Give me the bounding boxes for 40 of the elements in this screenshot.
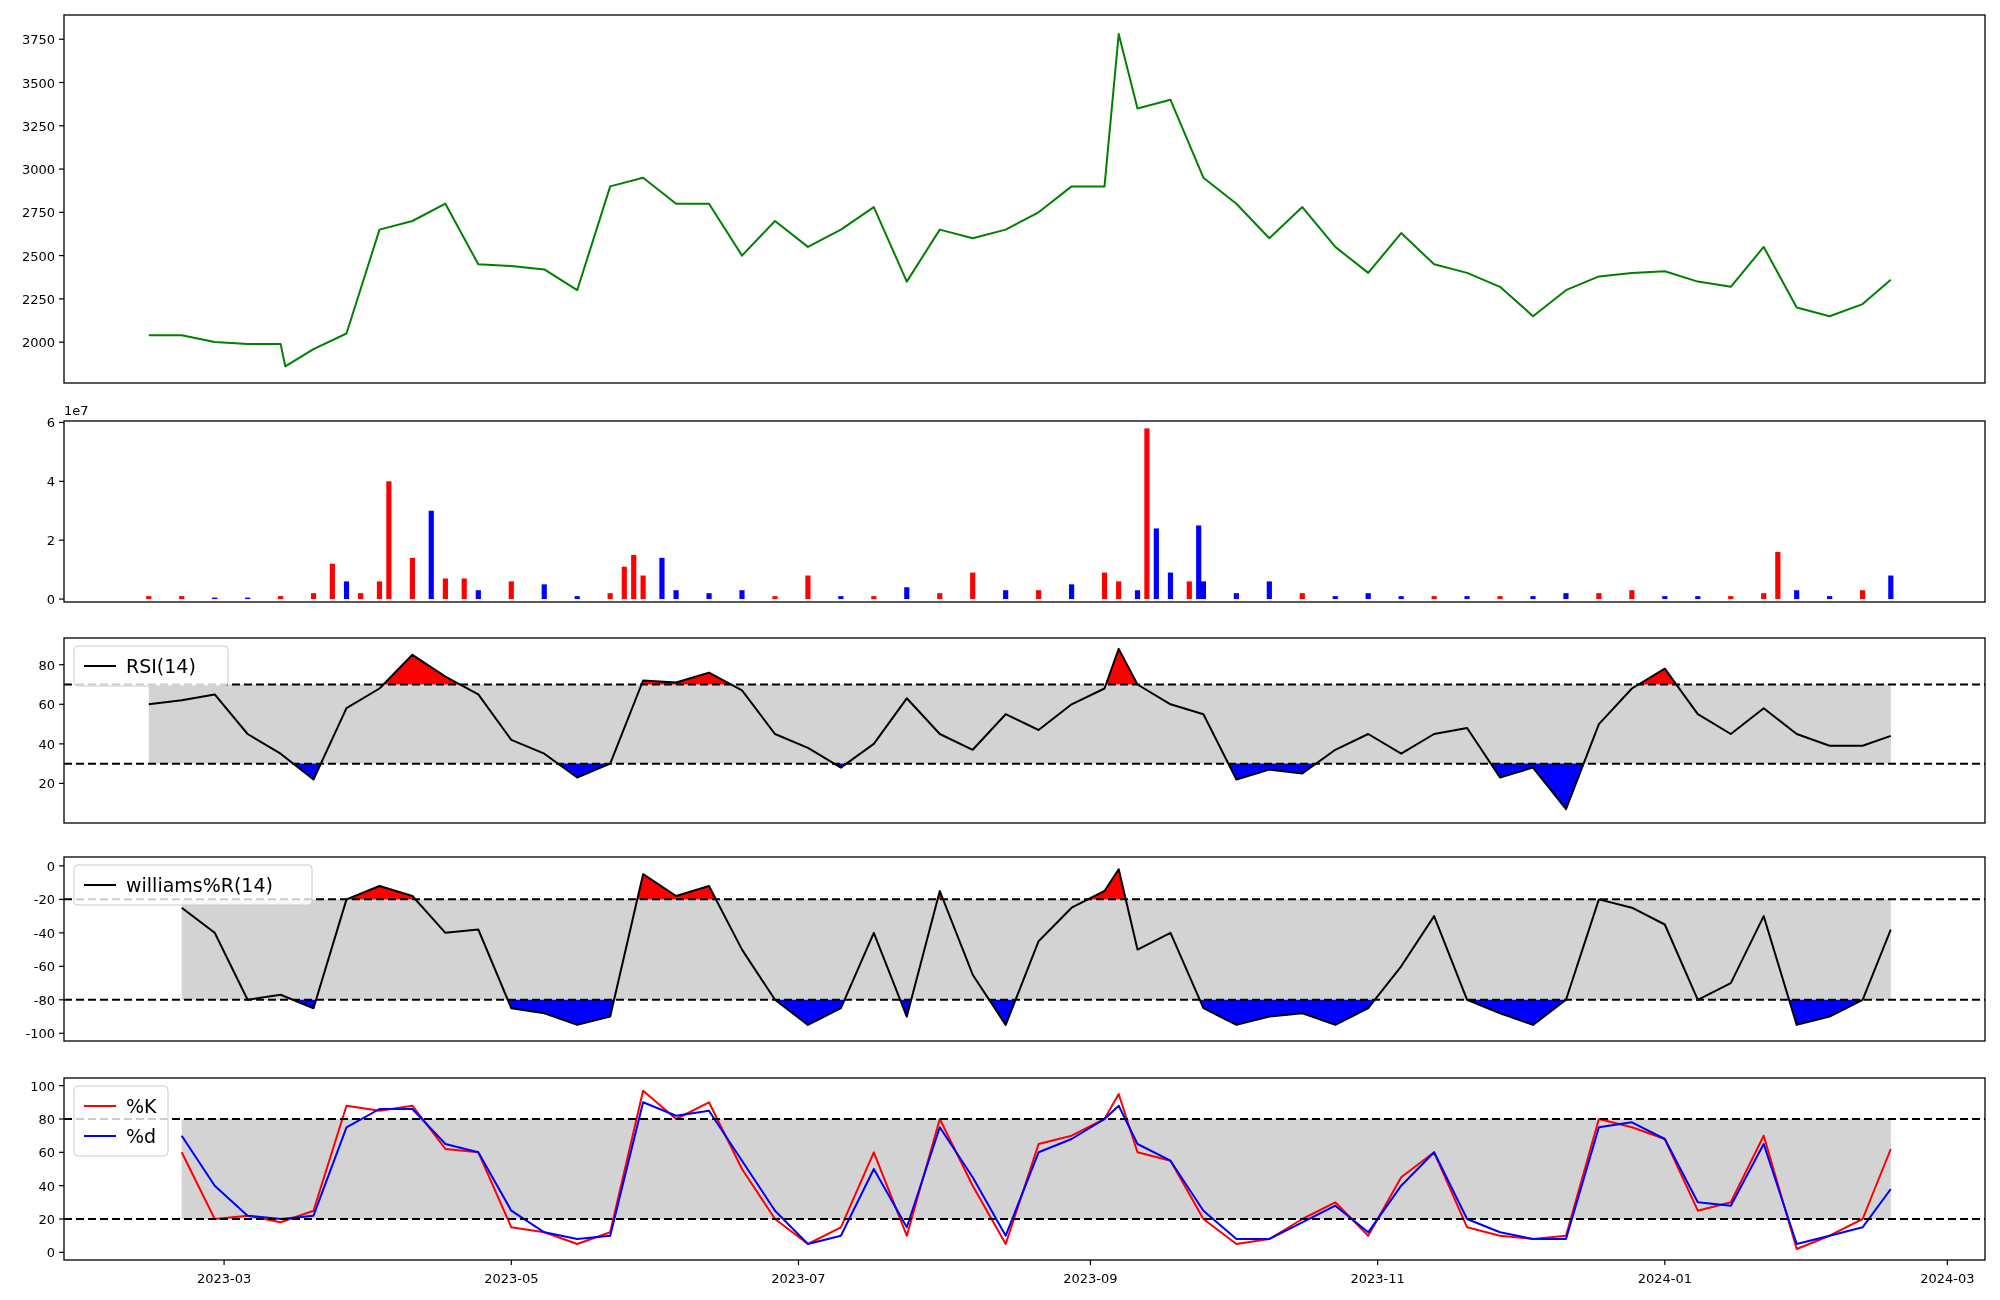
y-tick-label: 4 xyxy=(46,474,55,490)
y-tick-label: 6 xyxy=(46,415,55,431)
y-tick-label: -60 xyxy=(33,959,55,975)
y-tick-label: 3250 xyxy=(21,118,55,134)
axis-offset-label: 1e7 xyxy=(64,403,89,418)
y-tick-label: 60 xyxy=(38,1145,55,1161)
y-tick-label: 2000 xyxy=(21,335,55,351)
x-tick-label: 2023-11 xyxy=(1350,1271,1405,1286)
y-tick-label: 3000 xyxy=(21,162,55,178)
y-tick-label: -80 xyxy=(33,992,55,1008)
y-tick-label: 2250 xyxy=(21,291,55,307)
y-tick-label: 100 xyxy=(30,1078,55,1094)
legend-label: %d xyxy=(126,1125,157,1147)
y-tick-label: 0 xyxy=(46,858,55,874)
y-tick-label: 80 xyxy=(38,657,55,673)
x-tick-label: 2023-05 xyxy=(484,1271,539,1286)
y-tick-label: 20 xyxy=(38,1212,55,1227)
y-tick-label: -100 xyxy=(25,1026,55,1042)
y-tick-label: 3500 xyxy=(21,75,55,91)
x-tick-label: 2023-09 xyxy=(1063,1271,1118,1286)
legend-label: williams%R(14) xyxy=(126,874,273,896)
y-tick-label: -20 xyxy=(33,892,55,908)
legend-label: %K xyxy=(126,1095,157,1117)
legend-label: RSI(14) xyxy=(126,655,196,677)
y-tick-label: 0 xyxy=(46,1245,55,1261)
y-tick-label: 0 xyxy=(46,592,55,608)
y-tick-label: 60 xyxy=(38,697,55,713)
x-tick-label: 2023-07 xyxy=(771,1271,826,1286)
y-tick-label: 2500 xyxy=(21,248,55,264)
y-tick-label: 2 xyxy=(46,533,55,549)
y-tick-label: 20 xyxy=(38,776,55,792)
y-tick-label: 2750 xyxy=(21,205,55,221)
x-tick-label: 2024-03 xyxy=(1920,1271,1975,1286)
y-tick-label: 40 xyxy=(38,736,55,752)
x-tick-label: 2023-03 xyxy=(196,1271,252,1286)
y-tick-label: 40 xyxy=(38,1178,55,1194)
x-tick-label: 2024-01 xyxy=(1637,1271,1692,1286)
y-tick-label: -40 xyxy=(33,925,55,941)
y-tick-label: 80 xyxy=(38,1112,55,1127)
y-tick-label: 3750 xyxy=(21,32,55,48)
